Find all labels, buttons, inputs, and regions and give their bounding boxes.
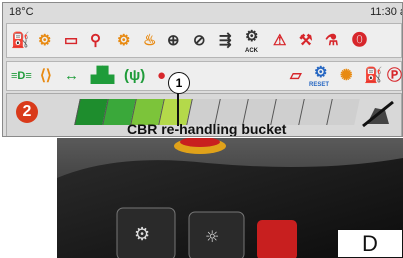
tractor-icon: ▟▙ [91,67,115,84]
brake-warning-icon: ⊘ [193,32,206,49]
reset-icon: ⚙ [314,64,328,81]
view-label: D [337,229,403,258]
engine-preheat-icon: ⚙ [38,32,52,49]
svg-text:⚙: ⚙ [134,224,150,245]
mode-number-badge: 2 [16,101,38,123]
coolant-temperature-icon: ♨ [143,32,157,49]
parking-icon: Ⓟ [387,67,403,84]
axle-lock-icon: ⚙ [245,28,259,45]
oil-pressure-icon: ⚲ [90,32,101,49]
hydraulic-oil-icon: ✺ [340,67,353,84]
callout-leader-line [177,92,179,126]
svg-text:☼: ☼ [205,227,219,246]
bucket-type-label: CBR re-handling bucket [127,121,287,137]
fuel-filter-icon: ⚗ [325,32,339,49]
display-screen: 18°C 11:30 a ⛽ ⚙ ▭ ⚲ ⚙ ♨ ⊕ ⊘ ⇶ ⚙ ACK ⚠ ⚒… [2,2,403,137]
temperature-readout: 18°C [9,6,34,18]
clock-readout: 11:30 a [370,6,403,18]
turn-signal-icon: ⟨⟩ [40,67,52,84]
callout-marker-1: 1 [168,72,190,94]
door-open-icon: ▱ [290,67,302,84]
stop-icon: ⓿ [352,32,368,49]
fuel-level-icon: ⛽ [364,67,383,84]
status-bar: 18°C 11:30 a [3,3,402,23]
seatbelt-icon: ⚠ [273,32,287,49]
battery-icon: ▭ [64,32,79,49]
parking-brake-icon: ⊕ [167,32,180,49]
shift-icon: ● [157,67,167,84]
service-icon: ⚒ [299,32,313,49]
bucket-indicator: 2 CBR re-handling bucket [6,93,402,137]
wireless-icon: (ψ) [124,67,146,84]
ack-label: ACK [245,48,258,54]
reset-label: RESET [309,82,330,88]
warning-row-bottom: ≡D≡ ⟨⟩ ↔ ▟▙ (ψ) ● ▱ ⚙ RESET ✺ ⛽ Ⓟ [6,61,402,91]
bucket-off-icon [362,100,394,128]
gauge-segment [326,99,360,125]
warning-row-top: ⛽ ⚙ ▭ ⚲ ⚙ ♨ ⊕ ⊘ ⇶ ⚙ ACK ⚠ ⚒ ⚗ ⓿ [6,23,402,58]
instruction-figure: 18°C 11:30 a ⛽ ⚙ ▭ ⚲ ⚙ ♨ ⊕ ⊘ ⇶ ⚙ ACK ⚠ ⚒… [0,0,403,258]
transmission-icon: ⚙ [117,32,131,49]
hydraulic-icon: ⇶ [219,32,232,49]
engine-warning-icon: ⛽ [11,32,30,49]
travel-direction-icon: ↔ [64,67,79,84]
work-lights-icon: ≡D≡ [11,70,32,82]
